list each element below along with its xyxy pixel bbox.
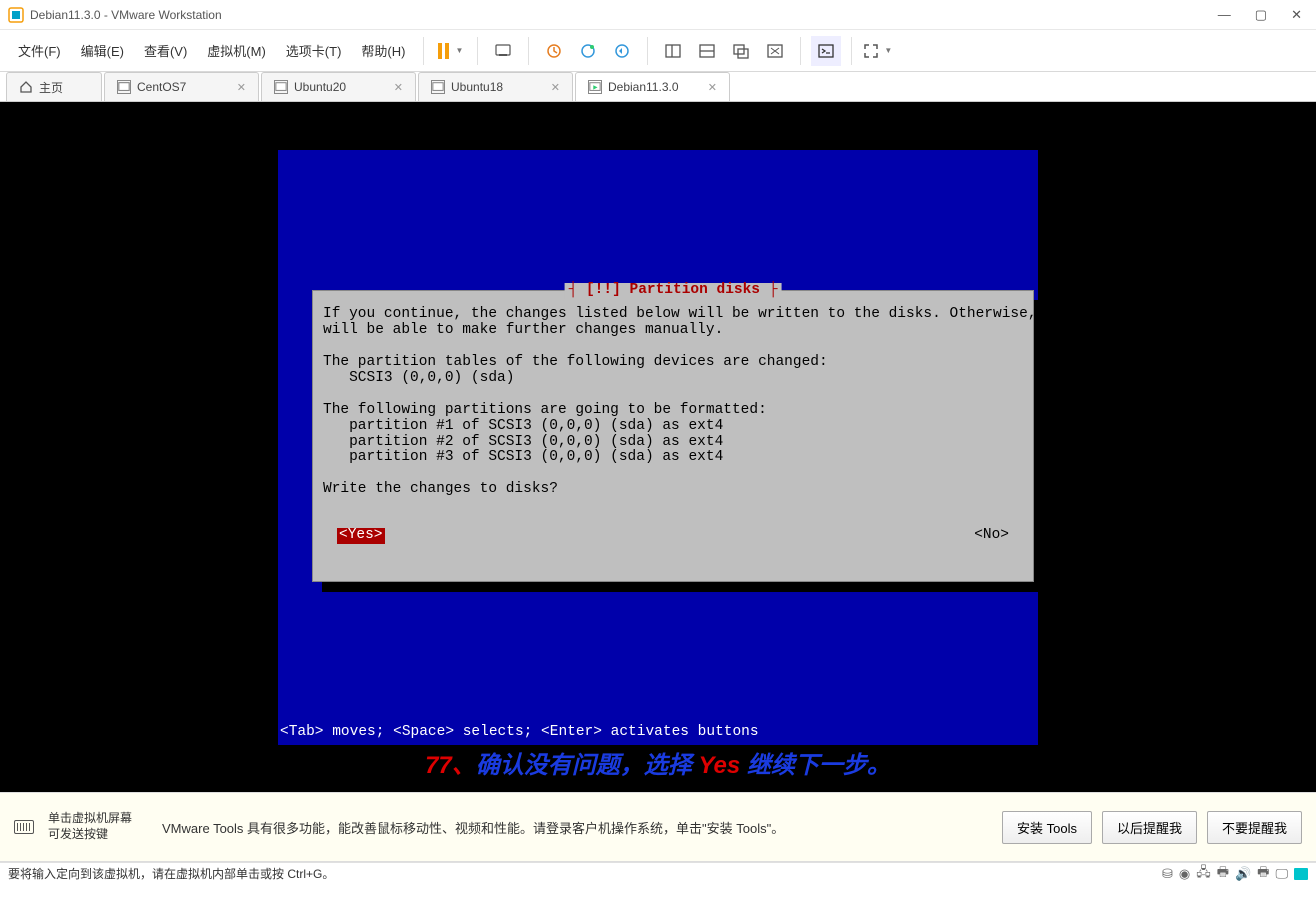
close-icon[interactable]: ✕ bbox=[1291, 7, 1302, 23]
vmware-icon bbox=[8, 7, 24, 23]
vm-display-area[interactable]: ┤ [!!] Partition disks ├ If you continue… bbox=[0, 102, 1316, 792]
minimize-icon[interactable]: — bbox=[1218, 7, 1231, 23]
keyboard-hint: 单击虚拟机屏幕 可发送按键 bbox=[48, 811, 132, 842]
option-no[interactable]: <No> bbox=[974, 528, 1009, 544]
home-icon bbox=[19, 80, 33, 94]
disk-icon[interactable]: ⛁ bbox=[1162, 866, 1173, 882]
vm-screen[interactable]: ┤ [!!] Partition disks ├ If you continue… bbox=[278, 150, 1038, 745]
cdrom-icon[interactable]: ◉ bbox=[1179, 866, 1190, 882]
keyboard-icon bbox=[14, 820, 34, 834]
status-tray: ⛁ ◉ 🖧 🖶 🔊 🖶 🖵 bbox=[1162, 863, 1308, 885]
view-tile-icon[interactable] bbox=[692, 36, 722, 66]
menu-help[interactable]: 帮助(H) bbox=[353, 37, 413, 64]
option-yes[interactable]: <Yes> bbox=[337, 528, 385, 544]
menu-tabs[interactable]: 选项卡(T) bbox=[278, 37, 350, 64]
display-icon[interactable]: 🖵 bbox=[1275, 866, 1288, 882]
tab-label: CentOS7 bbox=[137, 80, 186, 94]
view-stretch-icon[interactable] bbox=[760, 36, 790, 66]
menu-file[interactable]: 文件(F) bbox=[10, 37, 69, 64]
dialog-body: If you continue, the changes listed belo… bbox=[313, 291, 1033, 514]
snapshot-manager-icon[interactable] bbox=[573, 36, 603, 66]
menubar: 文件(F) 编辑(E) 查看(V) 虚拟机(M) 选项卡(T) 帮助(H) ▼ … bbox=[0, 30, 1316, 72]
printer-icon[interactable]: 🖶 bbox=[1217, 863, 1229, 885]
vm-running-icon bbox=[588, 80, 602, 94]
view-unity-icon[interactable] bbox=[726, 36, 756, 66]
installer-dialog: ┤ [!!] Partition disks ├ If you continue… bbox=[312, 290, 1034, 582]
installer-hint: <Tab> moves; <Space> selects; <Enter> ac… bbox=[280, 725, 759, 741]
menu-edit[interactable]: 编辑(E) bbox=[73, 37, 132, 64]
view-single-icon[interactable] bbox=[658, 36, 688, 66]
tab-close-icon[interactable]: ✕ bbox=[237, 81, 246, 94]
vm-icon bbox=[117, 80, 131, 94]
tab-label: 主页 bbox=[39, 79, 63, 96]
tab-centos7[interactable]: CentOS7 ✕ bbox=[104, 72, 259, 101]
revert-snapshot-icon[interactable] bbox=[607, 36, 637, 66]
install-tools-button[interactable]: 安装 Tools bbox=[1002, 811, 1092, 844]
tabbar: 主页 CentOS7 ✕ Ubuntu20 ✕ Ubuntu18 ✕ Debia… bbox=[0, 72, 1316, 102]
menu-vm[interactable]: 虚拟机(M) bbox=[199, 37, 274, 64]
window-titlebar: Debian11.3.0 - VMware Workstation — ▢ ✕ bbox=[0, 0, 1316, 30]
sound-icon[interactable]: 🔊 bbox=[1235, 866, 1251, 882]
tab-label: Debian11.3.0 bbox=[608, 80, 679, 94]
vm-icon bbox=[274, 80, 288, 94]
vm-icon bbox=[431, 80, 445, 94]
tab-ubuntu18[interactable]: Ubuntu18 ✕ bbox=[418, 72, 573, 101]
remind-later-button[interactable]: 以后提醒我 bbox=[1102, 811, 1197, 844]
statusbar: 要将输入定向到该虚拟机，请在虚拟机内部单击或按 Ctrl+G。 ⛁ ◉ 🖧 🖶 … bbox=[0, 862, 1316, 884]
tab-ubuntu20[interactable]: Ubuntu20 ✕ bbox=[261, 72, 416, 101]
pause-button[interactable]: ▼ bbox=[434, 36, 467, 66]
maximize-icon[interactable]: ▢ bbox=[1255, 7, 1267, 23]
console-icon[interactable] bbox=[811, 36, 841, 66]
status-message: 要将输入定向到该虚拟机，请在虚拟机内部单击或按 Ctrl+G。 bbox=[8, 865, 334, 882]
never-remind-button[interactable]: 不要提醒我 bbox=[1207, 811, 1302, 844]
tools-message: VMware Tools 具有很多功能，能改善鼠标移动性、视频和性能。请登录客户… bbox=[142, 818, 992, 837]
window-title: Debian11.3.0 - VMware Workstation bbox=[30, 8, 222, 22]
send-ctrl-alt-del-icon[interactable] bbox=[488, 36, 518, 66]
snapshot-icon[interactable] bbox=[539, 36, 569, 66]
tab-label: Ubuntu20 bbox=[294, 80, 346, 94]
menu-view[interactable]: 查看(V) bbox=[136, 37, 195, 64]
tutorial-caption: 77、确认没有问题，选择 Yes 继续下一步。 bbox=[0, 745, 1316, 780]
network-icon[interactable]: 🖧 bbox=[1196, 863, 1211, 885]
vmware-tools-bar: 单击虚拟机屏幕 可发送按键 VMware Tools 具有很多功能，能改善鼠标移… bbox=[0, 792, 1316, 862]
message-indicator-icon[interactable] bbox=[1294, 868, 1308, 880]
tab-debian11[interactable]: Debian11.3.0 ✕ bbox=[575, 72, 730, 101]
usb-icon[interactable]: 🖶 bbox=[1257, 863, 1269, 885]
tab-close-icon[interactable]: ✕ bbox=[394, 81, 403, 94]
fullscreen-button[interactable]: ▼ bbox=[862, 36, 892, 66]
tab-close-icon[interactable]: ✕ bbox=[708, 81, 717, 94]
tab-label: Ubuntu18 bbox=[451, 80, 503, 94]
tab-close-icon[interactable]: ✕ bbox=[551, 81, 560, 94]
tab-home[interactable]: 主页 bbox=[6, 72, 102, 101]
dialog-title: ┤ [!!] Partition disks ├ bbox=[565, 283, 782, 299]
